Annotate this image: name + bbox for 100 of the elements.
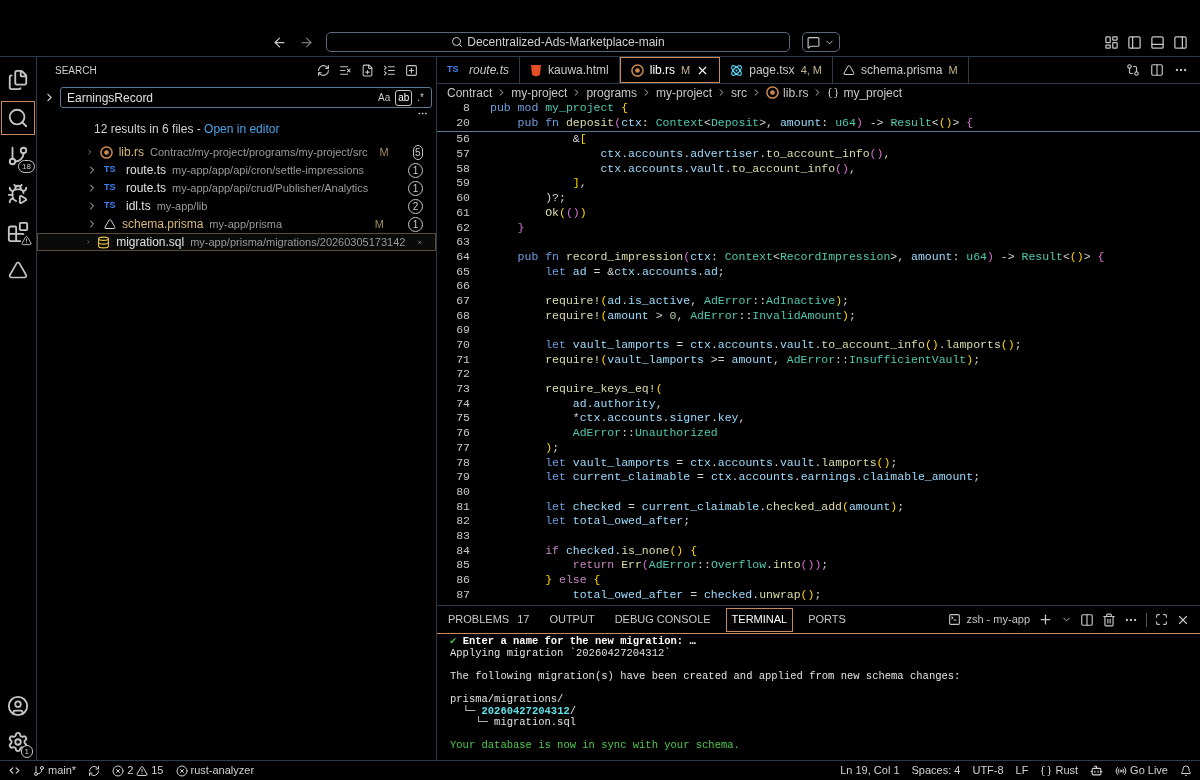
go-live-button[interactable]: Go Live [1115,762,1168,779]
editor-tab[interactable]: lib.rs M [619,57,721,83]
terminal-line: └─ 20260427204312/ [462,704,577,717]
line-ending[interactable]: LF [1015,762,1029,779]
line-number: 82 [455,514,470,529]
bell-icon[interactable] [1180,764,1192,777]
activity-item[interactable]: 1 [1,724,35,760]
line-number: 87 [455,587,470,603]
maximize-icon[interactable] [1155,613,1168,626]
sync-icon[interactable] [88,764,101,777]
breadcrumb-item[interactable]: my-project [511,83,568,102]
sidebar-toggle-icon[interactable] [1127,34,1142,50]
bot-icon[interactable] [1090,764,1104,777]
file-path: my-app/app/api/crud/Publisher/Analytics [172,180,369,196]
line-number: 71 [455,352,470,368]
problems-count: 17 [517,612,530,628]
search-icon [451,36,464,48]
typescript-icon: TS [104,181,120,195]
indentation[interactable]: Spaces: 4 [911,762,961,779]
remote-icon[interactable] [8,764,21,777]
line-number: 63 [455,235,470,250]
language-mode[interactable]: Rust [1040,762,1079,779]
problems-status[interactable]: 2 15 [112,762,164,779]
search-option-toggle[interactable]: .* [414,89,427,106]
breadcrumb-item[interactable]: Contract [447,83,493,102]
count-badge: 18 [18,160,35,173]
code-line: &[ [571,132,587,148]
code-line: Ok(()) [544,205,587,221]
search-option-toggle[interactable]: Aa [374,89,394,106]
back-icon[interactable] [272,34,287,50]
code-line: ctx.accounts.vault.to_account_info(), [599,161,856,177]
line-number: 75 [455,411,470,427]
settings-icon [7,731,29,753]
line-number: 20 [455,115,470,131]
compare-icon[interactable] [1126,63,1140,77]
typescript-icon: TS [104,199,120,213]
panel-toggle-icon[interactable] [1150,34,1165,50]
terminal-selector[interactable]: zsh - my-app [948,611,1030,628]
code-line: let checked = current_claimable.checked_add(amount); [544,499,905,515]
search-result[interactable]: TS route.ts my-app/app/api/cron/settle-impressions 1 [37,161,436,179]
secondary-sidebar-icon[interactable] [1173,34,1188,50]
line-number: 72 [455,367,470,383]
search-result[interactable]: TS idl.ts my-app/lib 2 [37,197,436,215]
search-result[interactable]: migration.sql my-app/prisma/migrations/20260305173142 [37,233,436,251]
clear-results-icon[interactable] [339,64,352,77]
breadcrumb-item[interactable]: lib.rs [783,83,809,102]
panel-tab[interactable]: TERMINAL [725,607,794,632]
trash-icon[interactable] [1102,612,1116,627]
new-terminal-icon[interactable] [1038,612,1053,627]
editor-tab[interactable]: TS route.ts [437,57,521,83]
breadcrumb-item[interactable]: my-project [656,83,713,102]
search-result[interactable]: lib.rs Contract/my-project/programs/my-project/src M 5 [37,143,436,161]
line-number: 64 [455,249,470,265]
breadcrumb-item[interactable]: programs [586,83,638,102]
file-name: route.ts [126,162,167,179]
panel-tab[interactable]: PORTS [803,607,851,632]
open-in-editor-link[interactable]: Open in editor [204,122,280,136]
triangle-icon [843,64,856,76]
file-path: my-app/prisma/migrations/20260305173142 [190,234,406,250]
split-terminal-icon[interactable] [1080,612,1094,627]
panel-tab[interactable]: OUTPUT [544,607,600,632]
terminal-line: ✔ Enter a name for the new migration: … [450,635,696,647]
line-number: 86 [455,573,470,588]
search-result[interactable]: schema.prisma my-app/prisma M 1 [37,215,436,233]
code-line: require!(ad.is_active, AdError::AdInactive); [544,293,849,309]
breadcrumb-item[interactable]: my_project [843,83,903,102]
code-line: let ad = &ctx.accounts.ad; [544,264,725,280]
code-line: pub mod my_project { [490,101,629,116]
expand-icon[interactable] [405,64,418,77]
terminal-line: prisma/migrations/ [450,692,564,705]
collapse-icon[interactable] [383,64,396,77]
activity-item[interactable] [1,101,35,135]
line-number: 56 [455,132,470,148]
panel-tab[interactable]: PROBLEMS 17 [443,607,535,632]
triangle-icon [104,218,116,230]
code-line: pub fn deposit(ctx: Context<Deposit>, amount: u64) -> Result<()> { [516,115,974,131]
editor-tab[interactable]: kauwa.html [520,57,620,83]
cursor-position[interactable]: Ln 19, Col 1 [840,762,900,779]
activity-item[interactable]: 18 [1,139,35,173]
panel-tab[interactable]: DEBUG CONSOLE [609,607,716,632]
line-number: 76 [455,426,470,441]
language-server-status[interactable]: rust-analyzer [175,762,255,779]
search-result[interactable]: TS route.ts my-app/app/api/crud/Publisher/Analytics 1 [37,179,436,197]
chat-button[interactable] [802,32,840,52]
line-number: 84 [455,543,470,559]
search-option-toggle[interactable]: ab [395,89,413,106]
encoding[interactable]: UTF-8 [972,762,1004,779]
forward-icon[interactable] [299,34,314,50]
editor-tab[interactable]: page.tsx 4, M [720,57,834,83]
tab-status: M [681,62,691,78]
new-file-icon[interactable] [361,64,374,77]
command-center[interactable]: Decentralized-Ads-Marketplace-main [326,32,790,52]
split-editor-icon[interactable] [1150,63,1164,77]
refresh-icon[interactable] [317,64,330,77]
branch-status[interactable]: main* [33,762,77,779]
sidebar-title: SEARCH [55,64,97,78]
editor-tab[interactable]: schema.prisma M [833,57,969,83]
breadcrumb-item[interactable]: src [731,83,748,102]
layout-icon[interactable] [1104,34,1119,50]
search-field[interactable]: EarningsRecord Aa ab .* [60,87,432,108]
